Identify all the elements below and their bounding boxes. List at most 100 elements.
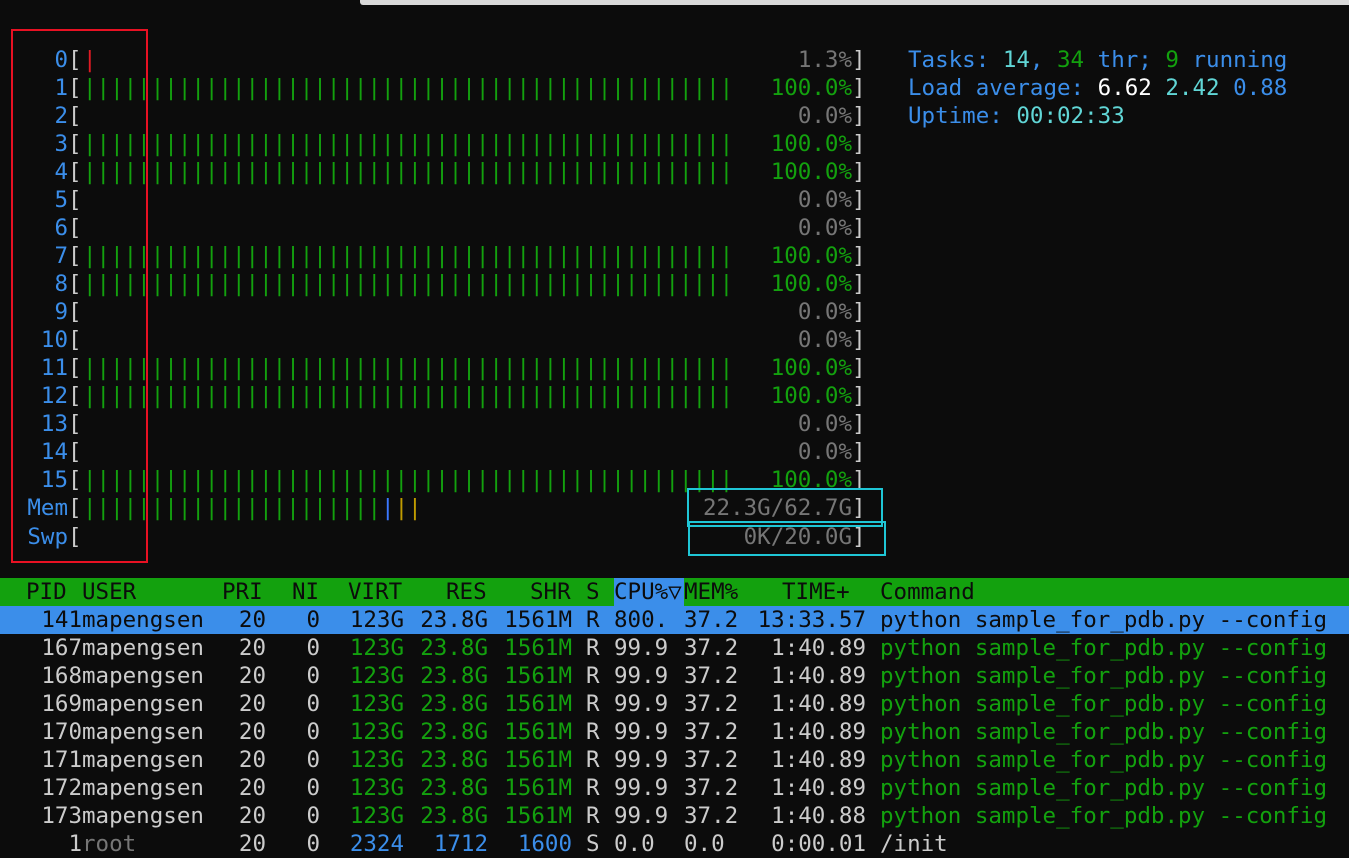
cell-mem: 37.2 — [684, 663, 739, 689]
cell-res: 1712 — [433, 831, 488, 857]
cell-pid: 141 — [41, 607, 82, 633]
cpu-bar: ||||||||||||||||||||||||||||||||||||||||… — [83, 271, 734, 297]
cell-time: 1:40.88 — [771, 803, 866, 829]
process-table-header[interactable]: PID USER PRI NI VIRT RES SHR S CPU%▽ MEM… — [0, 578, 1349, 606]
swap-value-highlight — [688, 521, 886, 556]
cpu-bar: ||||||||||||||||||||||||||||||||||||||||… — [83, 131, 734, 157]
cpu-percent: 100.0% — [770, 159, 852, 185]
cell-pid: 167 — [41, 635, 82, 661]
cell-user: mapengsen — [82, 691, 204, 717]
cell-time: 13:33.57 — [757, 607, 866, 633]
cell-res: 23.8G — [420, 607, 488, 633]
cell-pid: 173 — [41, 803, 82, 829]
cpu-bracket-close: ] — [852, 75, 866, 101]
cell-virt: 2324 — [349, 831, 404, 857]
cpu-labels-highlight — [11, 29, 148, 563]
process-row[interactable]: 167 mapengsen 20 0 123G 23.8G 1561M R 99.9 37.2 1:… — [0, 634, 1349, 662]
cell-user: mapengsen — [82, 663, 204, 689]
col-res[interactable]: RES — [446, 578, 487, 606]
cell-user: mapengsen — [82, 803, 204, 829]
cell-shr: 1561M — [504, 691, 572, 717]
col-state[interactable]: S — [586, 578, 600, 606]
cpu-bracket-close: ] — [852, 103, 866, 129]
process-row[interactable]: 169 mapengsen 20 0 123G 23.8G 1561M R 99.9 37.2 1:… — [0, 690, 1349, 718]
cpu-percent: 0.0% — [797, 411, 852, 437]
cell-s: R — [586, 775, 600, 801]
cell-res: 23.8G — [420, 663, 488, 689]
cell-res: 23.8G — [420, 691, 488, 717]
cell-shr: 1561M — [504, 719, 572, 745]
process-row[interactable]: 1 root 20 0 2324 1712 1600 S 0.0 0.0 0:00.01/init — [0, 830, 1349, 858]
cell-user: mapengsen — [82, 747, 204, 773]
process-row[interactable]: 173 mapengsen 20 0 123G 23.8G 1561M R 99.9 37.2 1:… — [0, 802, 1349, 830]
cell-pri: 20 — [238, 635, 266, 661]
cell-cmd: python sample_for_pdb.py --config — [880, 803, 1328, 829]
cell-cmd: /init — [880, 831, 948, 857]
cell-shr: 1561M — [504, 607, 572, 633]
cpu-percent: 0.0% — [797, 187, 852, 213]
cell-shr: 1561M — [504, 775, 572, 801]
cell-res: 23.8G — [420, 803, 488, 829]
cpu-bracket-close: ] — [852, 439, 866, 465]
cell-pid: 171 — [41, 747, 82, 773]
col-cpu-sorted[interactable]: CPU%▽ — [614, 578, 684, 606]
cell-cpu: 99.9 — [614, 635, 669, 661]
cpu-bar: ||||||||||||||||||||||||||||||||||||||||… — [83, 467, 734, 493]
cell-mem: 0.0 — [684, 831, 725, 857]
cell-s: S — [586, 831, 600, 857]
col-pid[interactable]: PID — [26, 578, 67, 606]
cpu-percent: 0.0% — [797, 327, 852, 353]
col-ni[interactable]: NI — [292, 578, 319, 606]
cell-ni: 0 — [306, 775, 320, 801]
cell-mem: 37.2 — [684, 691, 739, 717]
col-pri[interactable]: PRI — [222, 578, 263, 606]
cell-s: R — [586, 663, 600, 689]
cell-virt: 123G — [349, 719, 404, 745]
col-time[interactable]: TIME+ — [782, 578, 850, 606]
cell-ni: 0 — [306, 803, 320, 829]
cell-ni: 0 — [306, 635, 320, 661]
tasks-line: Tasks: 14, 34 thr; 9 running — [908, 47, 1288, 73]
col-mem[interactable]: MEM% — [684, 578, 738, 606]
cell-shr: 1561M — [504, 803, 572, 829]
cpu-bar: ||||||||||||||||||||||||||||||||||||||||… — [83, 383, 734, 409]
cell-mem: 37.2 — [684, 607, 739, 633]
process-row[interactable]: 172 mapengsen 20 0 123G 23.8G 1561M R 99.9 37.2 1:… — [0, 774, 1349, 802]
cell-pri: 20 — [238, 775, 266, 801]
cell-s: R — [586, 635, 600, 661]
cpu-bracket-close: ] — [852, 131, 866, 157]
cell-virt: 123G — [349, 635, 404, 661]
process-row[interactable]: 170 mapengsen 20 0 123G 23.8G 1561M R 99.9 37.2 1:… — [0, 718, 1349, 746]
cell-user: mapengsen — [82, 775, 204, 801]
cell-cpu: 99.9 — [614, 719, 669, 745]
col-user[interactable]: USER — [82, 578, 136, 606]
cpu-percent: 0.0% — [797, 439, 852, 465]
cell-pid: 172 — [41, 775, 82, 801]
cell-res: 23.8G — [420, 635, 488, 661]
cell-cmd: python sample_for_pdb.py --config — [880, 635, 1328, 661]
cpu-percent: 100.0% — [770, 243, 852, 269]
cell-virt: 123G — [349, 607, 404, 633]
col-virt[interactable]: VIRT — [348, 578, 402, 606]
cell-mem: 37.2 — [684, 803, 739, 829]
col-shr[interactable]: SHR — [530, 578, 571, 606]
col-command[interactable]: Command — [880, 578, 975, 606]
cell-user: root — [82, 831, 137, 857]
process-row[interactable]: 171 mapengsen 20 0 123G 23.8G 1561M R 99.9 37.2 1:… — [0, 746, 1349, 774]
cell-s: R — [586, 691, 600, 717]
cell-cmd: python sample_for_pdb.py --config — [880, 663, 1328, 689]
cell-time: 1:40.89 — [771, 747, 866, 773]
cpu-bracket-close: ] — [852, 383, 866, 409]
process-row[interactable]: 168 mapengsen 20 0 123G 23.8G 1561M R 99.9 37.2 1:… — [0, 662, 1349, 690]
cpu-percent: 100.0% — [770, 75, 852, 101]
cell-time: 1:40.89 — [771, 691, 866, 717]
cpu-bracket-close: ] — [852, 243, 866, 269]
cell-res: 23.8G — [420, 719, 488, 745]
cell-virt: 123G — [349, 775, 404, 801]
cell-cmd: python sample_for_pdb.py --config — [880, 607, 1328, 633]
cell-cmd: python sample_for_pdb.py --config — [880, 775, 1328, 801]
cpu-percent: 0.0% — [797, 299, 852, 325]
process-row-selected[interactable]: 141 mapengsen 20 0 123G 23.8G 1561M R 800. 37.2 13… — [0, 606, 1349, 634]
cell-shr: 1561M — [504, 747, 572, 773]
cpu-bar: ||||||||||||||||||||||||||||||||||||||||… — [83, 243, 734, 269]
